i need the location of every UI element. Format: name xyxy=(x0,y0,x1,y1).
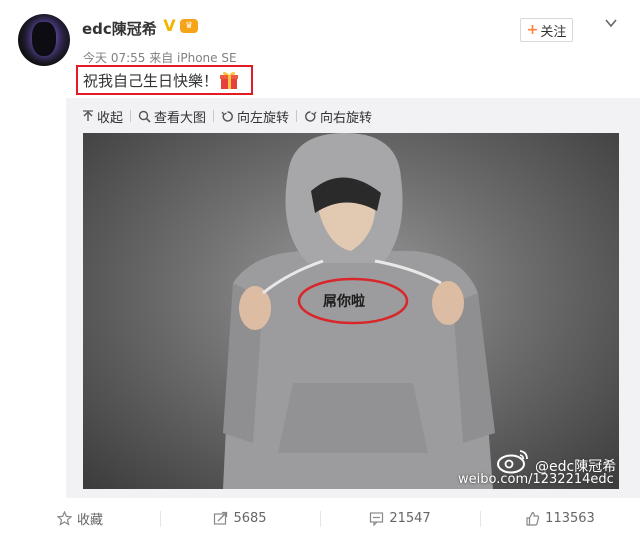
like-count: 113563 xyxy=(545,510,595,526)
view-large-button[interactable]: 查看大图 xyxy=(138,106,206,126)
comment-icon xyxy=(370,511,384,526)
rotate-left-icon xyxy=(221,110,233,122)
repost-icon xyxy=(214,511,228,525)
image-toolbar: 收起 查看大图 向左旋转 向右旋转 xyxy=(82,106,372,126)
divider xyxy=(213,110,215,122)
collapse-button[interactable]: 收起 xyxy=(82,106,123,126)
tool-label: 收起 xyxy=(97,110,124,126)
chevron-down-icon[interactable] xyxy=(604,16,618,30)
post-meta: 今天 07:55 来自 iPhone SE xyxy=(83,51,237,65)
repost-button[interactable]: 5685 xyxy=(160,503,320,533)
tool-label: 向右旋转 xyxy=(320,110,373,126)
rotate-right-button[interactable]: 向右旋转 xyxy=(304,106,372,126)
follow-label: 关注 xyxy=(540,24,567,40)
vip-icon: ♛ xyxy=(180,19,198,33)
divider xyxy=(130,110,132,122)
divider xyxy=(296,110,298,122)
hoodie-figure-illustration xyxy=(223,133,495,489)
repost-count: 5685 xyxy=(233,510,267,526)
watermark-url: weibo.com/1232214edc xyxy=(458,472,614,487)
search-icon xyxy=(138,110,151,123)
favorite-label: 收藏 xyxy=(76,512,103,528)
tool-label: 查看大图 xyxy=(154,110,207,126)
weibo-logo-icon xyxy=(497,450,528,474)
follow-button[interactable]: + 关注 xyxy=(520,18,573,42)
action-bar: 收藏 5685 21547 113563 xyxy=(0,503,640,533)
comment-button[interactable]: 21547 xyxy=(320,503,480,533)
comment-count: 21547 xyxy=(389,510,431,526)
rotate-left-button[interactable]: 向左旋转 xyxy=(221,106,289,126)
favorite-button[interactable]: 收藏 xyxy=(0,503,160,533)
like-button[interactable]: 113563 xyxy=(480,503,640,533)
verified-icon: V xyxy=(163,16,176,35)
shirt-text: 屌你啦 xyxy=(323,294,365,310)
star-icon xyxy=(56,510,72,526)
rotate-right-icon xyxy=(305,110,317,122)
arrow-up-icon xyxy=(83,110,93,121)
post-photo[interactable]: 屌你啦 xyxy=(83,133,619,489)
avatar[interactable] xyxy=(18,14,70,66)
tool-label: 向左旋转 xyxy=(237,110,290,126)
gift-icon xyxy=(220,71,238,89)
thumbs-up-icon xyxy=(526,511,540,526)
plus-icon: + xyxy=(526,22,539,38)
post-text: 祝我自己生日快樂！ xyxy=(83,72,219,90)
username[interactable]: edc陳冠希 xyxy=(82,18,157,39)
